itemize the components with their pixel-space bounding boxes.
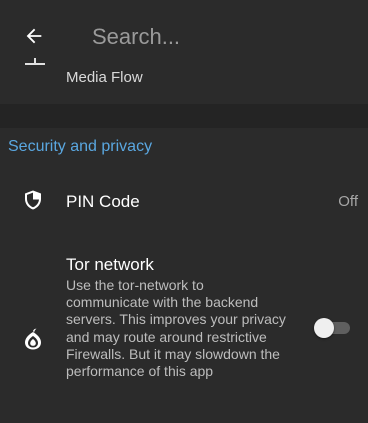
pin-code-label: PIN Code <box>66 192 140 211</box>
section-divider <box>0 104 368 128</box>
pin-code-status: Off <box>338 193 358 210</box>
shield-icon <box>25 190 41 210</box>
toggle-thumb <box>314 318 334 338</box>
tor-network-row[interactable]: Tor network Use the tor-network to commu… <box>0 248 368 410</box>
onion-icon <box>25 328 41 350</box>
settings-screen: Media Flow Security and privacy PIN Code… <box>0 0 368 423</box>
section-title-security: Security and privacy <box>8 138 153 155</box>
tor-network-description: Use the tor-network to communicate with … <box>66 277 286 380</box>
media-flow-icon <box>25 58 45 65</box>
arrow-left-icon <box>26 28 42 44</box>
back-button[interactable] <box>18 20 50 52</box>
tor-network-title: Tor network <box>66 255 154 274</box>
media-flow-label: Media Flow <box>66 69 143 86</box>
search-input[interactable] <box>92 20 342 54</box>
media-flow-row[interactable]: Media Flow <box>0 52 368 104</box>
pin-code-row[interactable]: PIN Code Off <box>0 180 368 224</box>
tor-network-toggle[interactable] <box>314 318 354 338</box>
